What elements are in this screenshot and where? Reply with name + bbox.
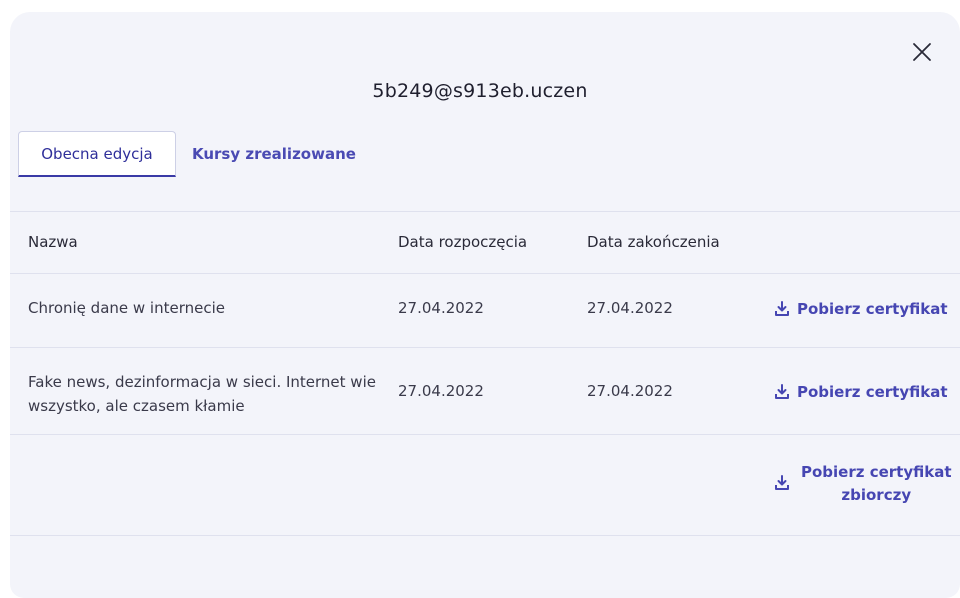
download-bulk-certificate-label: Pobierz certyfikat zbiorczy (801, 461, 952, 507)
dialog-title: 5b249@s913eb.uczen (372, 80, 588, 102)
divider (10, 434, 960, 435)
course-start-date: 27.04.2022 (398, 382, 484, 400)
divider (10, 211, 960, 212)
download-icon (775, 384, 789, 399)
column-header-end-date: Data zakończenia (587, 233, 720, 251)
download-certificate-button[interactable]: Pobierz certyfikat (773, 383, 948, 401)
divider (10, 273, 960, 274)
course-name-line: wszystko, ale czasem kłamie (28, 397, 245, 415)
close-icon (913, 43, 931, 61)
tab-completed-courses[interactable]: Kursy zrealizowane (176, 131, 373, 177)
bulk-label-line: Pobierz certyfikat (801, 463, 952, 481)
course-name: Fake news, dezinformacja w sieci. Intern… (28, 370, 376, 418)
tab-current-edition[interactable]: Obecna edycja (18, 131, 176, 177)
course-start-date: 27.04.2022 (398, 299, 484, 317)
download-certificate-label: Pobierz certyfikat (797, 383, 948, 401)
course-end-date: 27.04.2022 (587, 299, 673, 317)
tab-bar: Obecna edycja Kursy zrealizowane (18, 131, 373, 177)
course-name: Chronię dane w internecie (28, 299, 225, 317)
download-bulk-certificate-button[interactable]: Pobierz certyfikat zbiorczy (773, 461, 952, 507)
course-end-date: 27.04.2022 (587, 382, 673, 400)
download-icon (775, 301, 789, 316)
divider (10, 347, 960, 348)
close-button[interactable] (904, 34, 940, 70)
download-certificate-button[interactable]: Pobierz certyfikat (773, 300, 948, 318)
divider (10, 535, 960, 536)
column-header-start-date: Data rozpoczęcia (398, 233, 528, 251)
column-header-name: Nazwa (28, 233, 78, 251)
download-certificate-label: Pobierz certyfikat (797, 300, 948, 318)
bulk-label-line: zbiorczy (841, 486, 912, 504)
download-icon (775, 475, 789, 490)
course-name-line: Fake news, dezinformacja w sieci. Intern… (28, 373, 376, 391)
